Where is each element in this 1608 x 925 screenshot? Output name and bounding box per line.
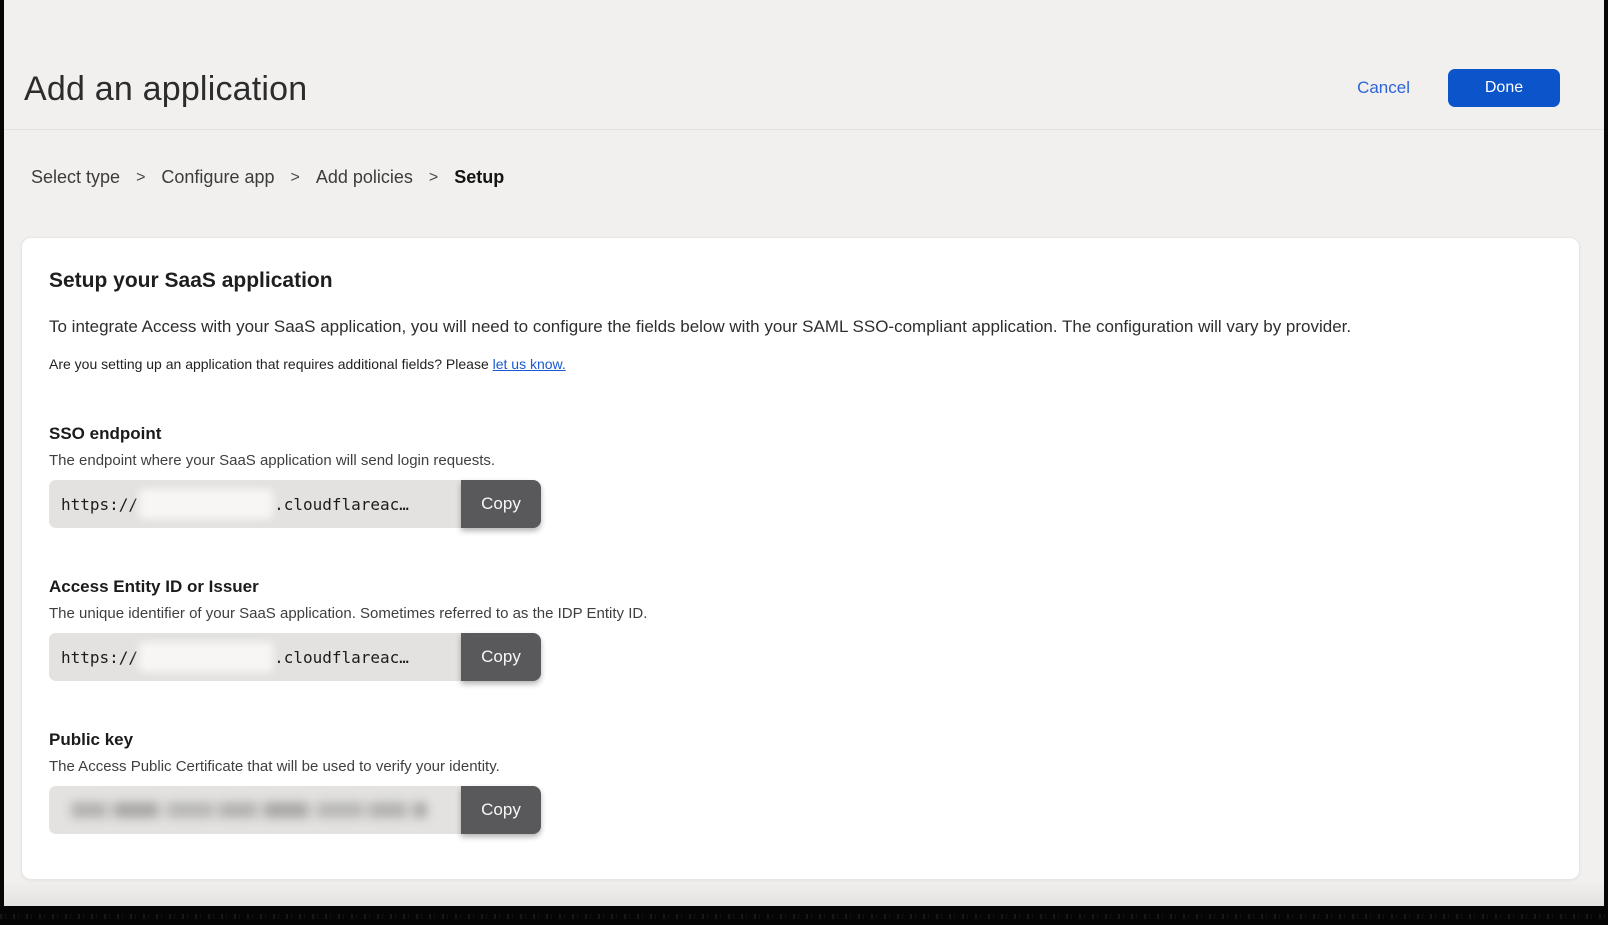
entity-id-label: Access Entity ID or Issuer (49, 576, 1551, 597)
entity-id-value: https:// .cloudflareac… (49, 633, 461, 681)
sso-endpoint-section: SSO endpoint The endpoint where your Saa… (49, 423, 1551, 528)
public-key-field-row: Copy (49, 786, 541, 834)
sso-endpoint-field-row: https:// .cloudflareac… Copy (49, 480, 541, 528)
card-note-text: Are you setting up an application that r… (49, 356, 493, 372)
url-prefix: https:// (61, 495, 138, 514)
sso-endpoint-description: The endpoint where your SaaS application… (49, 452, 1551, 470)
entity-id-section: Access Entity ID or Issuer The unique id… (49, 576, 1551, 681)
page: Add an application Cancel Done Select ty… (4, 0, 1604, 906)
public-key-description: The Access Public Certificate that will … (49, 758, 1551, 776)
header-actions: Cancel Done (1357, 69, 1560, 109)
copy-button-public-key[interactable]: Copy (461, 786, 541, 834)
entity-id-description: The unique identifier of your SaaS appli… (49, 605, 1551, 623)
breadcrumb-separator: > (429, 169, 438, 187)
url-suffix: .cloudflareac… (274, 495, 409, 514)
bottom-edge-bar (0, 906, 1608, 925)
breadcrumb-add-policies[interactable]: Add policies (316, 167, 413, 188)
breadcrumb-setup: Setup (454, 167, 504, 188)
entity-id-field-row: https:// .cloudflareac… Copy (49, 633, 541, 681)
breadcrumb-select-type[interactable]: Select type (31, 167, 120, 188)
sso-endpoint-label: SSO endpoint (49, 423, 1551, 444)
left-edge-border (0, 0, 4, 925)
sso-endpoint-value: https:// .cloudflareac… (49, 480, 461, 528)
redacted-value (71, 802, 427, 818)
breadcrumb-separator: > (136, 169, 145, 187)
setup-card: Setup your SaaS application To integrate… (21, 237, 1580, 880)
cancel-button[interactable]: Cancel (1357, 78, 1410, 98)
breadcrumb-separator: > (291, 169, 300, 187)
public-key-section: Public key The Access Public Certificate… (49, 729, 1551, 834)
right-edge-border (1604, 0, 1608, 925)
copy-button-sso-endpoint[interactable]: Copy (461, 480, 541, 528)
redacted-value (139, 642, 273, 672)
card-note: Are you setting up an application that r… (49, 356, 1551, 373)
copy-button-entity-id[interactable]: Copy (461, 633, 541, 681)
card-intro: To integrate Access with your SaaS appli… (49, 315, 1551, 339)
public-key-label: Public key (49, 729, 1551, 750)
url-suffix: .cloudflareac… (274, 648, 409, 667)
breadcrumb: Select type > Configure app > Add polici… (31, 167, 1604, 188)
public-key-value (49, 786, 461, 834)
let-us-know-link[interactable]: let us know. (493, 356, 566, 372)
done-button[interactable]: Done (1448, 69, 1560, 107)
redacted-value (139, 489, 273, 519)
page-header: Add an application Cancel Done (4, 0, 1604, 130)
url-prefix: https:// (61, 648, 138, 667)
card-heading: Setup your SaaS application (49, 268, 1551, 293)
page-title: Add an application (24, 69, 307, 109)
breadcrumb-configure-app[interactable]: Configure app (161, 167, 274, 188)
